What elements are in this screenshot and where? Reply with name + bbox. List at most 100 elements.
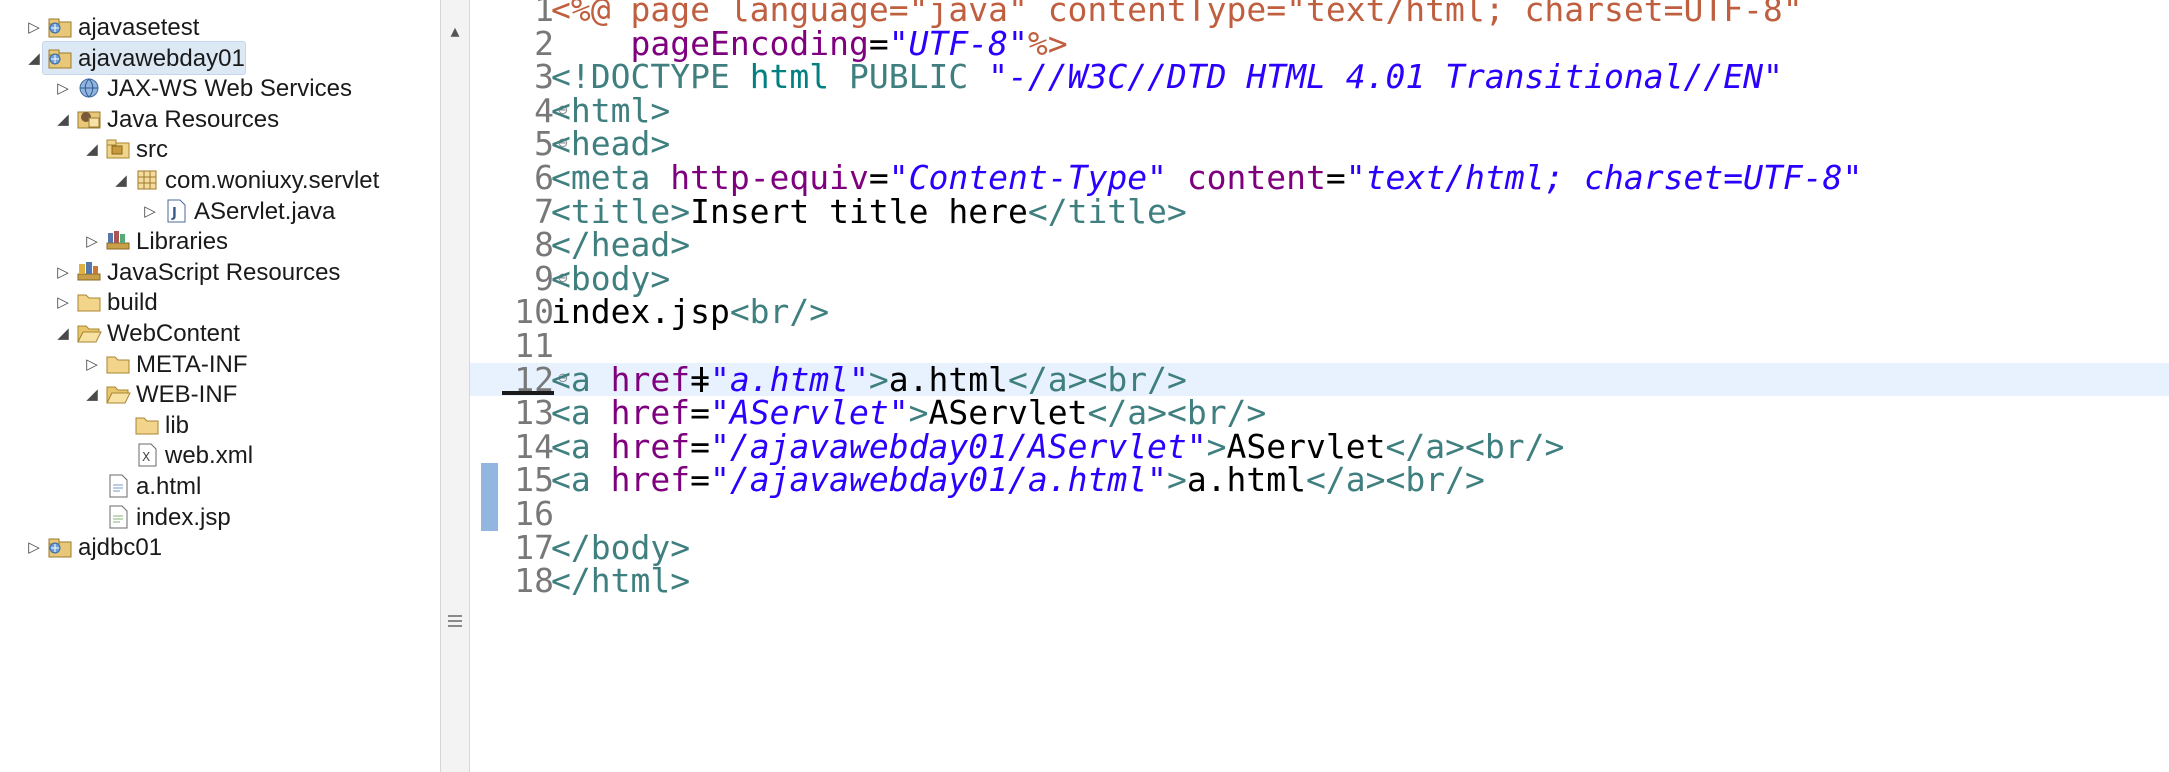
line-number: 3 bbox=[534, 57, 554, 97]
code-line[interactable]: 15 <a href="/ajavawebday01/a.html">a.html… bbox=[470, 463, 2169, 497]
line-number: 1 bbox=[534, 0, 554, 29]
tree-item-label: WEB-INF bbox=[136, 381, 238, 409]
expanded-twisty-icon[interactable]: ◢ bbox=[26, 50, 42, 66]
tree-item-label: build bbox=[107, 289, 158, 317]
code-token: index.jsp bbox=[551, 292, 730, 332]
java-resources-icon bbox=[75, 106, 103, 132]
line-number: 18 bbox=[514, 561, 554, 601]
libraries-icon bbox=[104, 228, 132, 254]
code-line[interactable]: 2 pageEncoding="UTF-8"%> bbox=[470, 26, 2169, 61]
tree-item-label: web.xml bbox=[165, 442, 254, 470]
expanded-twisty-icon[interactable]: ◢ bbox=[55, 325, 71, 341]
expanded-twisty-icon[interactable]: ◢ bbox=[84, 141, 100, 157]
folder-icon bbox=[104, 351, 132, 377]
code-token: </html> bbox=[551, 561, 691, 601]
code-line[interactable]: 5 ⊖ <head> bbox=[470, 127, 2169, 161]
tree-item-label: ajavasetest bbox=[78, 14, 200, 41]
code-text[interactable]: <a href="a.html">a.html</a><br/> bbox=[551, 362, 1187, 397]
line-number: 17 bbox=[514, 527, 554, 567]
code-text[interactable]: <body> bbox=[551, 261, 670, 296]
code-line[interactable]: 9 ⊖ <body> bbox=[470, 261, 2169, 296]
line-number: 5 bbox=[534, 124, 554, 164]
code-text[interactable]: pageEncoding="UTF-8"%> bbox=[551, 26, 1067, 61]
tree-item-label: JAX-WS Web Services bbox=[107, 75, 352, 103]
scroll-grip-icon[interactable] bbox=[447, 612, 463, 630]
line-number: 13 bbox=[514, 393, 554, 433]
code-line[interactable]: 14 <a href="/ajavawebday01/AServlet">ASer… bbox=[470, 426, 2169, 466]
tree-item-label: Java Resources bbox=[107, 105, 280, 133]
code-line[interactable]: 16 bbox=[470, 497, 2169, 531]
code-text[interactable]: </head> bbox=[551, 228, 690, 262]
tree-item-label: AServlet.java bbox=[194, 197, 336, 225]
code-text[interactable]: <%@ page language="java" contentType="te… bbox=[551, 0, 1803, 27]
code-line[interactable]: 11 bbox=[470, 329, 2169, 363]
code-text[interactable]: </body> bbox=[551, 530, 690, 565]
code-text[interactable]: <!DOCTYPE html PUBLIC "-//W3C//DTD HTML … bbox=[551, 60, 1783, 94]
code-token: PUBLIC bbox=[849, 57, 989, 97]
code-text[interactable]: </html> bbox=[551, 564, 690, 598]
collapsed-twisty-icon[interactable]: ▷ bbox=[26, 539, 42, 555]
java-file-icon: J bbox=[162, 198, 190, 224]
line-number: 11 bbox=[514, 326, 554, 365]
code-text[interactable]: <a href="/ajavawebday01/a.html">a.html</… bbox=[551, 463, 1485, 497]
code-token: = bbox=[690, 460, 710, 500]
tree-item-label: Libraries bbox=[136, 228, 229, 256]
code-text[interactable]: <html> bbox=[551, 93, 670, 128]
line-number: 7 bbox=[534, 191, 554, 231]
collapsed-twisty-icon[interactable]: ▷ bbox=[84, 356, 100, 372]
code-token: "text/html; charset=UTF-8" bbox=[1345, 158, 1863, 197]
tree-item-label: WebContent bbox=[107, 320, 240, 347]
code-text[interactable]: <a href="/ajavawebday01/AServlet">AServl… bbox=[551, 429, 1564, 464]
tree-item-label: ajavawebday01 bbox=[78, 44, 245, 72]
tree-item-label: META-INF bbox=[136, 350, 248, 378]
collapsed-twisty-icon[interactable]: ▷ bbox=[26, 19, 42, 35]
expanded-twisty-icon[interactable]: ◢ bbox=[55, 111, 71, 127]
tree-item-label: src bbox=[136, 136, 168, 164]
folder-open-icon bbox=[104, 381, 132, 407]
project-explorer: ▷ ajavasetest ◢ ajavawebday01 ▷ JAX-WS Web Se… bbox=[0, 0, 440, 772]
code-text[interactable]: <meta http-equiv="Content-Type" content=… bbox=[551, 161, 1862, 195]
code-editor[interactable]: 1 <%@ page language="java" contentType="t… bbox=[470, 0, 2169, 772]
code-line[interactable]: 4 ⊖ <html> bbox=[470, 93, 2169, 128]
code-text[interactable]: index.jsp<br/> bbox=[551, 295, 829, 329]
code-token: = bbox=[1325, 158, 1346, 197]
folder-icon bbox=[75, 289, 103, 315]
collapsed-twisty-icon[interactable]: ▷ bbox=[142, 203, 158, 219]
code-line[interactable]: 3 <!DOCTYPE html PUBLIC "-//W3C//DTD HTML… bbox=[470, 60, 2169, 94]
code-line[interactable]: 1 <%@ page language="java" contentType="t… bbox=[470, 0, 2169, 27]
text-cursor bbox=[700, 366, 703, 393]
collapsed-twisty-icon[interactable]: ▷ bbox=[55, 80, 71, 96]
expanded-twisty-icon[interactable]: ◢ bbox=[84, 386, 100, 402]
collapsed-twisty-icon[interactable]: ▷ bbox=[55, 264, 71, 280]
scroll-up-arrow-icon[interactable]: ▴ bbox=[445, 22, 465, 42]
code-line[interactable]: 8 </head> bbox=[470, 228, 2169, 262]
code-token: </a><br/> bbox=[1306, 460, 1485, 500]
tree-item-label: JavaScript Resources bbox=[107, 258, 341, 286]
explorer-scrollbar[interactable]: ▴ bbox=[440, 0, 470, 772]
code-line[interactable]: 18 </html> bbox=[470, 564, 2169, 598]
code-line[interactable]: 6 <meta http-equiv="Content-Type" content… bbox=[470, 161, 2169, 195]
tree-item[interactable]: ▷ ajdbc01 bbox=[0, 528, 440, 568]
line-number: 14 bbox=[514, 426, 554, 466]
code-line[interactable]: 10 index.jsp<br/> bbox=[470, 295, 2169, 329]
jsp-file-icon bbox=[104, 504, 132, 530]
xml-file-icon: X bbox=[133, 442, 161, 468]
code-text[interactable]: <head> bbox=[551, 127, 670, 161]
code-line[interactable]: 12⊖<a href="a.html">a.html</a><br/> bbox=[470, 362, 2169, 397]
code-token: "/ajavawebday01/a.html" bbox=[709, 460, 1167, 500]
collapsed-twisty-icon[interactable]: ▷ bbox=[55, 294, 71, 310]
line-number: 10 bbox=[514, 292, 554, 332]
expanded-twisty-icon[interactable]: ◢ bbox=[113, 172, 129, 188]
collapsed-twisty-icon[interactable]: ▷ bbox=[84, 233, 100, 249]
html-file-icon bbox=[104, 473, 132, 499]
line-number: 8 bbox=[534, 225, 554, 265]
code-text[interactable]: <a href="AServlet">AServlet</a><br/> bbox=[551, 396, 1266, 430]
svg-text:J: J bbox=[171, 206, 177, 221]
code-text[interactable]: <title>Insert title here</title> bbox=[551, 194, 1187, 229]
project-icon bbox=[46, 534, 74, 560]
code-line[interactable]: 7 <title>Insert title here</title> bbox=[470, 191, 2169, 231]
code-line[interactable]: 17 </body> bbox=[470, 527, 2169, 567]
code-line[interactable]: 13 <a href="AServlet">AServlet</a><br/> bbox=[470, 396, 2169, 430]
svg-text:X: X bbox=[142, 450, 150, 464]
code-token: > bbox=[1166, 460, 1187, 500]
